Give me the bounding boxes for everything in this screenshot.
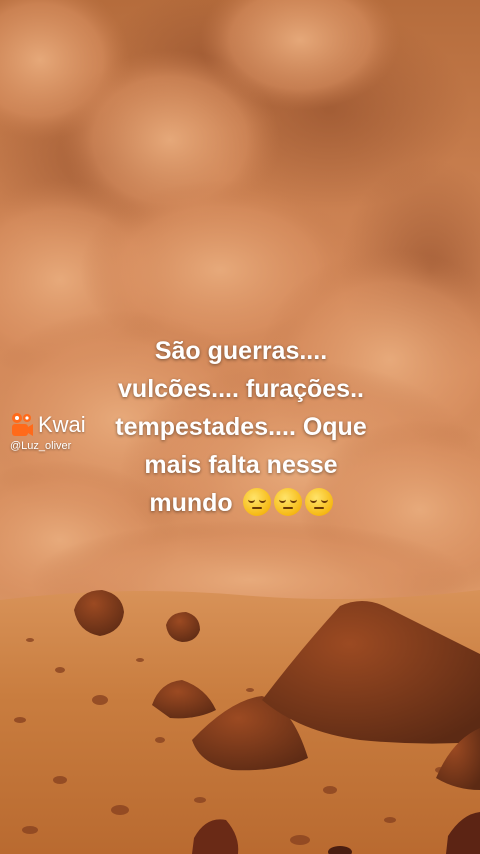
caption-line-4: mais falta nesse (144, 451, 338, 479)
caption-line-3: tempestades.... Oque (115, 413, 367, 441)
kwai-watermark: Kwai @Luz_oliver (10, 412, 86, 452)
kwai-brand: Kwai (38, 412, 86, 437)
creator-handle: @Luz_oliver (10, 440, 72, 452)
caption-line-1: São guerras.... (154, 337, 328, 365)
caption-last-word: mundo (149, 489, 233, 517)
caption-line-2: vulcões.... furações.. (118, 375, 364, 403)
pensive-face-icon (273, 488, 302, 516)
kwai-logo-icon (12, 413, 33, 436)
caption-line-5: mundo (100, 484, 382, 522)
pensive-face-icon (304, 488, 333, 516)
video-caption: São guerras.... vulcões.... furações.. t… (100, 332, 382, 522)
pensive-face-icon (242, 488, 271, 516)
